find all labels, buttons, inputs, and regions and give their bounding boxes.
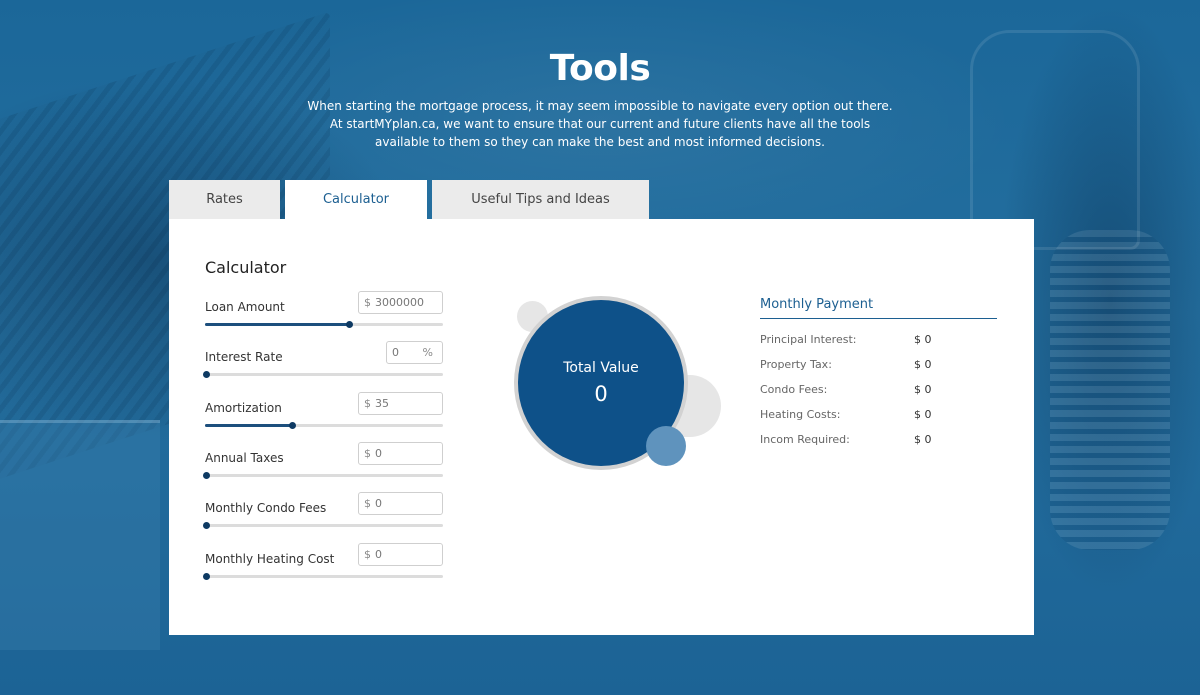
condo-fees-field: Monthly Condo Fees $ 0 [203,492,443,541]
loan-amount-field: Loan Amount $ 3000000 [205,291,443,340]
summary-row-value: $ 0 [914,333,932,346]
summary-row: Condo Fees: $ 0 [760,377,997,402]
page-intro: When starting the mortgage process, it m… [307,99,893,149]
page-title: Tools [549,48,651,89]
summary-row-label: Principal Interest: [760,333,857,346]
summary-row: Incom Required: $ 0 [760,427,997,452]
total-value-amount: 0 [594,382,608,406]
slider-handle[interactable] [345,321,353,328]
annual-taxes-value: 0 [375,447,382,460]
slider-handle[interactable] [203,472,210,479]
amortization-field: Amortization $ 35 [205,392,443,441]
amortization-input[interactable]: $ 35 [358,392,443,415]
summary-row-label: Incom Required: [760,433,850,446]
condo-fees-slider[interactable] [203,522,443,529]
tab-useful-tips[interactable]: Useful Tips and Ideas [432,180,649,219]
heating-cost-field: Monthly Heating Cost $ 0 [203,543,443,592]
condo-fees-value: 0 [375,497,382,510]
heating-cost-value: 0 [375,548,382,561]
summary-row: Principal Interest: $ 0 [760,327,997,352]
heating-cost-slider[interactable] [203,573,443,580]
annual-taxes-input[interactable]: $ 0 [358,442,443,465]
total-value-label: Total Value [563,360,639,376]
loan-amount-input[interactable]: $ 3000000 [358,291,443,314]
calculator-panel: Calculator Loan Amount $ 3000000 Interes… [169,219,1034,635]
loan-amount-label: Loan Amount [205,300,285,314]
decorative-bubble [646,426,686,466]
tab-rates[interactable]: Rates [169,180,280,219]
summary-row-value: $ 0 [914,383,932,396]
amortization-label: Amortization [205,401,282,415]
slider-handle[interactable] [203,522,210,529]
interest-rate-label: Interest Rate [205,350,283,364]
annual-taxes-field: Annual Taxes $ 0 [203,442,443,491]
interest-rate-slider[interactable] [203,371,443,378]
summary-row: Heating Costs: $ 0 [760,402,997,427]
annual-taxes-label: Annual Taxes [205,451,284,465]
percent-symbol: % [422,346,433,359]
tab-bar: Rates Calculator Useful Tips and Ideas [169,180,649,219]
currency-symbol: $ [364,497,371,510]
summary-row-value: $ 0 [914,358,932,371]
summary-row-value: $ 0 [914,408,932,421]
monthly-payment-title: Monthly Payment [760,297,997,319]
currency-symbol: $ [364,296,371,309]
summary-row-value: $ 0 [914,433,932,446]
house-wall-image [0,420,160,650]
heating-cost-input[interactable]: $ 0 [358,543,443,566]
condo-fees-input[interactable]: $ 0 [358,492,443,515]
summary-row: Property Tax: $ 0 [760,352,997,377]
amortization-slider[interactable] [205,422,443,429]
calculator-title: Calculator [205,258,287,277]
interest-rate-field: Interest Rate 0 % [203,341,443,390]
currency-symbol: $ [364,447,371,460]
summary-row-label: Condo Fees: [760,383,828,396]
slider-handle[interactable] [203,371,210,378]
slider-handle[interactable] [203,573,210,580]
condo-fees-label: Monthly Condo Fees [205,501,327,515]
monthly-payment-summary: Monthly Payment Principal Interest: $ 0 … [760,297,997,452]
annual-taxes-slider[interactable] [203,472,443,479]
currency-symbol: $ [364,548,371,561]
tab-calculator[interactable]: Calculator [285,180,427,219]
coin-stack-image [1050,230,1170,550]
slider-handle[interactable] [288,422,296,429]
summary-row-label: Property Tax: [760,358,832,371]
slider-fill [205,323,348,326]
heating-cost-label: Monthly Heating Cost [205,552,335,566]
currency-symbol: $ [364,397,371,410]
interest-rate-input[interactable]: 0 % [386,341,443,364]
amortization-value: 35 [375,397,389,410]
loan-amount-slider[interactable] [205,321,443,328]
summary-row-label: Heating Costs: [760,408,841,421]
slider-fill [205,424,291,427]
interest-rate-value: 0 [392,346,399,359]
loan-amount-value: 3000000 [375,296,424,309]
